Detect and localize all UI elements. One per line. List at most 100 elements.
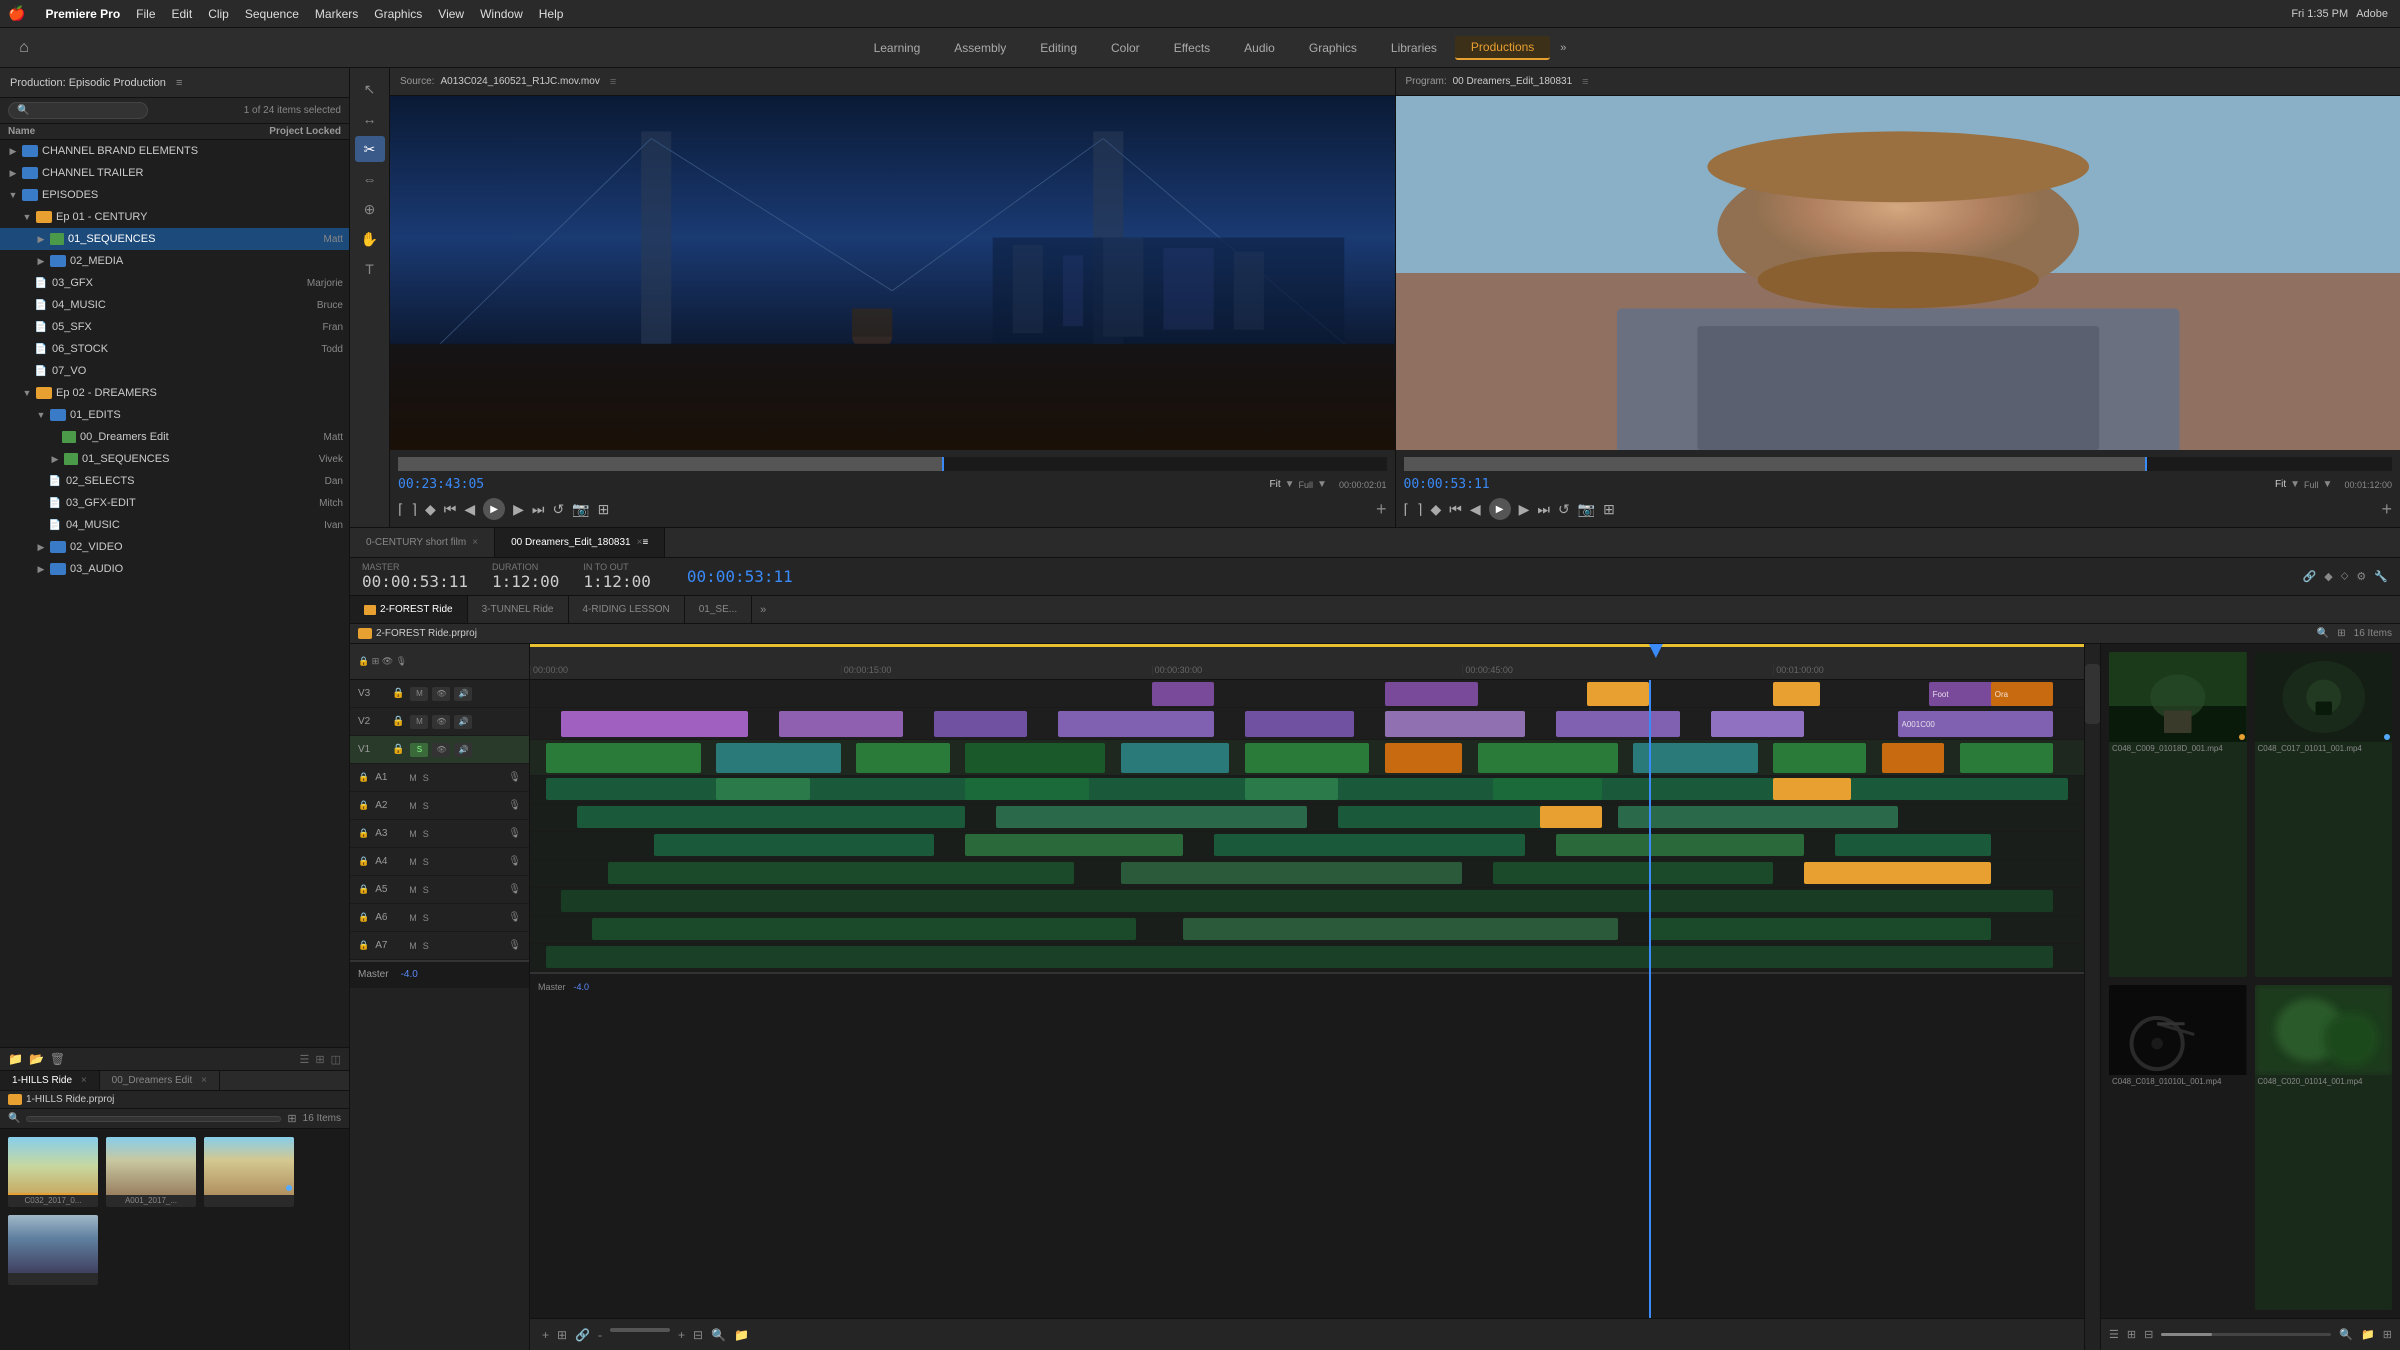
workspace-more-button[interactable]: »	[1552, 38, 1574, 58]
v1-mic[interactable]: 🔊	[454, 743, 472, 757]
a5-solo[interactable]: S	[423, 885, 429, 895]
seq-tab-tunnel-ride[interactable]: 3-TUNNEL Ride	[468, 596, 569, 623]
clip-v1-6[interactable]	[1245, 743, 1369, 773]
project-panel-menu[interactable]: ≡	[176, 77, 182, 89]
clip-a3-2[interactable]	[965, 834, 1183, 856]
a6-mic[interactable]: 🎙	[508, 912, 521, 923]
v2-toggle[interactable]: M	[410, 715, 428, 729]
clip-a2-2[interactable]	[996, 806, 1307, 828]
clip-v1-3[interactable]	[856, 743, 949, 773]
source-mark-out[interactable]: ⌉	[411, 501, 416, 518]
menu-sequence[interactable]: Sequence	[245, 7, 299, 21]
bin-search-icon[interactable]: 🔍	[8, 1113, 20, 1124]
tree-item-03-audio[interactable]: ▶ 03_AUDIO	[0, 558, 349, 580]
clip-a6-1[interactable]	[592, 918, 1136, 940]
tl-tab-dreamers[interactable]: 00 Dreamers_Edit_180831 × ≡	[495, 528, 665, 557]
clip-v3-1[interactable]	[1385, 682, 1478, 706]
clip-a2-4[interactable]	[1618, 806, 1898, 828]
bin-seq-folder-btn[interactable]: 📁	[2361, 1328, 2375, 1341]
timeline-ruler[interactable]: 00:00:00 00:00:15:00 00:00:30:00 00:00:4…	[530, 644, 2084, 680]
program-fit-label[interactable]: Fit	[2275, 479, 2286, 490]
a2-solo[interactable]: S	[423, 801, 429, 811]
v2-eye[interactable]: 👁	[432, 715, 450, 729]
bin-tab-close[interactable]: ×	[201, 1075, 207, 1086]
bin-seq-thumb-1[interactable]: C048_C009_01018D_001.mp4	[2109, 652, 2247, 977]
program-mark-out[interactable]: ⌉	[1417, 501, 1422, 518]
tl-bottom-zoom-out[interactable]: -	[598, 1328, 602, 1342]
timeline-scrollbar[interactable]	[2084, 644, 2100, 1350]
v3-toggle[interactable]: M	[410, 687, 428, 701]
tree-item-dreamers-edit[interactable]: 00_Dreamers Edit Matt	[0, 426, 349, 448]
clip-v3-6[interactable]: Ora	[1991, 682, 2053, 706]
seq-tab-forest-ride[interactable]: 2-FOREST Ride	[350, 596, 468, 623]
tab-productions[interactable]: Productions	[1455, 36, 1550, 60]
a1-mic[interactable]: 🎙	[508, 772, 521, 783]
bin-seq-search-icon[interactable]: 🔍	[2317, 628, 2329, 639]
bin-seq-icon-view[interactable]: ⊞	[2127, 1328, 2136, 1341]
program-marker[interactable]: ◆	[1430, 501, 1441, 518]
a2-mic[interactable]: 🎙	[508, 800, 521, 811]
tool-zoom[interactable]: ⊕	[355, 196, 385, 222]
source-marker[interactable]: ◆	[425, 501, 436, 518]
tree-item-03-gfx-edit[interactable]: 📄 03_GFX-EDIT Mitch	[0, 492, 349, 514]
program-timecode[interactable]: 00:00:53:11	[1404, 477, 1490, 492]
expand-arrow[interactable]: ▶	[6, 166, 20, 180]
freeform-view-icon[interactable]: ◫	[331, 1053, 341, 1066]
clip-v1-9[interactable]	[1633, 743, 1757, 773]
program-quality-dropdown[interactable]: ▼	[2323, 479, 2333, 490]
clip-v2-5[interactable]	[1245, 711, 1354, 737]
source-quality[interactable]: Full	[1299, 480, 1314, 490]
v2-lock[interactable]: 🔒	[392, 716, 404, 727]
v3-eye[interactable]: 👁	[432, 687, 450, 701]
program-quality[interactable]: Full	[2304, 480, 2319, 490]
seq-tab-more[interactable]: »	[752, 600, 774, 620]
menu-edit[interactable]: Edit	[172, 7, 193, 21]
clip-a4-2[interactable]	[1121, 862, 1463, 884]
a6-solo[interactable]: S	[423, 913, 429, 923]
program-go-next[interactable]: ⏭	[1537, 501, 1550, 518]
program-mark-in[interactable]: ⌈	[1404, 501, 1409, 518]
tl-bottom-frames[interactable]: ⊟	[693, 1328, 703, 1342]
v1-eye[interactable]: 👁	[432, 743, 450, 757]
clip-a3-4[interactable]	[1556, 834, 1805, 856]
clip-v3-3[interactable]	[1587, 682, 1649, 706]
tree-item-channel-brand[interactable]: ▶ CHANNEL BRAND ELEMENTS	[0, 140, 349, 162]
a7-solo[interactable]: S	[423, 941, 429, 951]
clip-v1-5[interactable]	[1121, 743, 1230, 773]
scrollbar-thumb[interactable]	[2085, 664, 2100, 724]
clip-a1-4[interactable]	[1245, 778, 1338, 800]
tree-item-03-gfx[interactable]: 📄 03_GFX Marjorie	[0, 272, 349, 294]
bin-seq-grid-icon[interactable]: ⊞	[2337, 628, 2345, 639]
tree-item-01-edits[interactable]: ▼ 01_EDITS	[0, 404, 349, 426]
source-monitor-menu[interactable]: ≡	[610, 76, 616, 88]
a5-mic[interactable]: 🎙	[508, 884, 521, 895]
clip-v1-1[interactable]	[546, 743, 701, 773]
bin-seq-thumb-3[interactable]: C048_C018_01010L_001.mp4	[2109, 985, 2247, 1310]
tl-tool-keyframes[interactable]: ⬦	[2341, 570, 2349, 583]
menu-markers[interactable]: Markers	[315, 7, 358, 21]
bin-seq-thumb-2[interactable]: C048_C017_01011_001.mp4	[2255, 652, 2393, 977]
panel-delete-icon[interactable]: 🗑	[50, 1052, 65, 1066]
a4-solo[interactable]: S	[423, 857, 429, 867]
master-track-vol[interactable]: -4.0	[574, 982, 590, 992]
bin-tab-hills-ride[interactable]: 1-HILLS Ride ×	[0, 1071, 100, 1090]
tab-graphics[interactable]: Graphics	[1293, 37, 1373, 59]
v3-mic[interactable]: 🔊	[454, 687, 472, 701]
clip-v2-1[interactable]	[561, 711, 747, 737]
bin-thumb-2[interactable]: A001_2017_...	[106, 1137, 196, 1207]
expand-arrow[interactable]: ▼	[20, 386, 34, 400]
tree-item-02-video[interactable]: ▶ 02_VIDEO	[0, 536, 349, 558]
a4-mute[interactable]: M	[409, 857, 417, 867]
program-add-button[interactable]: +	[2381, 499, 2392, 520]
icon-view-icon[interactable]: ⊞	[315, 1053, 324, 1066]
project-search-box[interactable]: 🔍	[8, 102, 148, 119]
program-camera[interactable]: 📷	[1578, 501, 1595, 518]
a2-mute[interactable]: M	[409, 801, 417, 811]
tool-text[interactable]: T	[355, 256, 385, 282]
tl-tool-wrench[interactable]: 🔧	[2374, 570, 2388, 583]
v1-toggle[interactable]: S	[410, 743, 428, 757]
tl-tool-snap[interactable]: 🔗	[2303, 570, 2317, 583]
bin-search-input[interactable]	[26, 1116, 281, 1122]
menu-clip[interactable]: Clip	[208, 7, 229, 21]
bin-seq-thumb-4[interactable]: C048_C020_01014_001.mp4	[2255, 985, 2393, 1310]
